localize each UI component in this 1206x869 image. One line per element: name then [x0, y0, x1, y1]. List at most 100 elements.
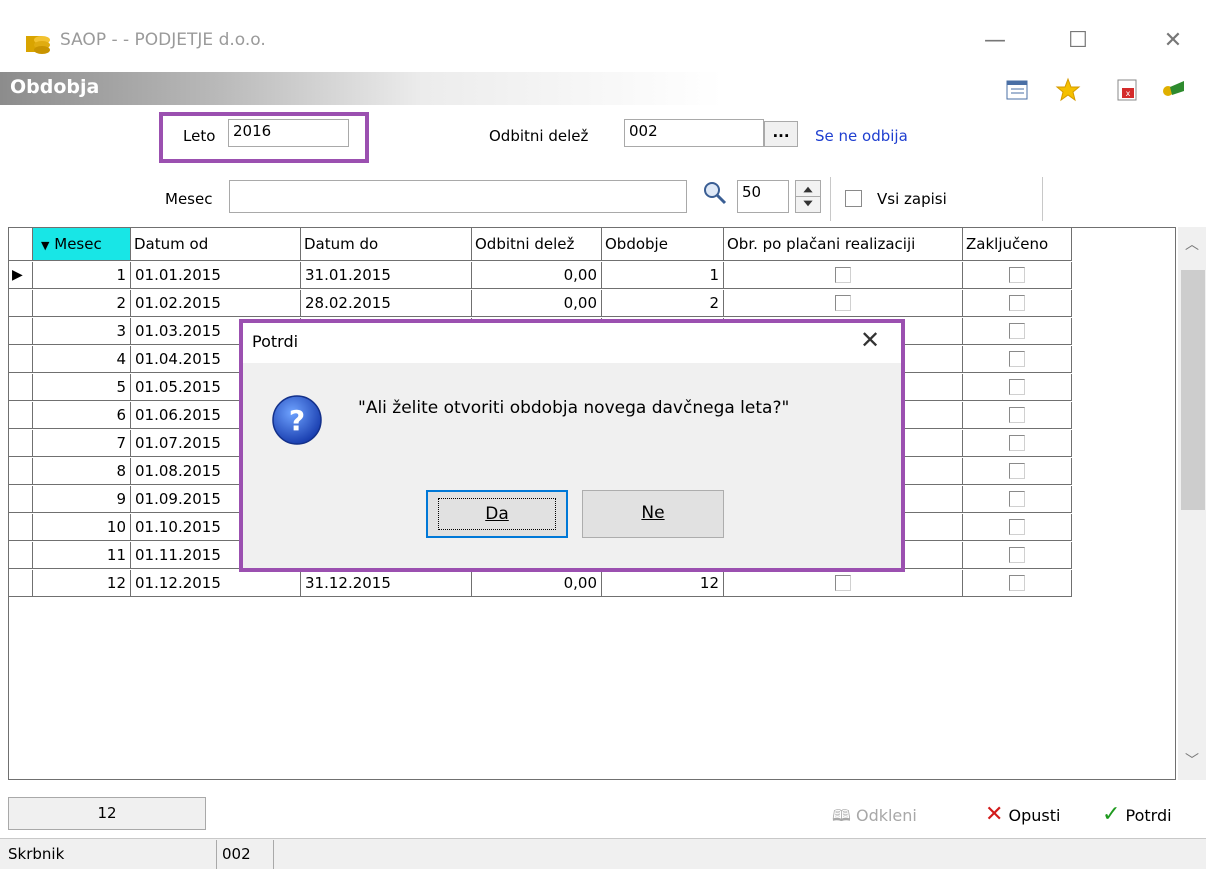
- cell-mesec[interactable]: 11: [33, 542, 131, 569]
- cell-do[interactable]: 31.12.2015: [301, 570, 472, 597]
- odbitni-delez-label: Odbitni delež: [489, 127, 589, 145]
- star-icon[interactable]: [1055, 77, 1081, 103]
- cell-zakljuceno: [963, 458, 1072, 485]
- cell-mesec[interactable]: 2: [33, 290, 131, 317]
- dialog-close-button[interactable]: ✕: [860, 326, 880, 354]
- cell-delez[interactable]: 0,00: [472, 262, 602, 289]
- cell-mesec[interactable]: 4: [33, 346, 131, 373]
- odbitni-delez-input[interactable]: 002: [624, 119, 764, 147]
- cell-obdobje[interactable]: 1: [602, 262, 724, 289]
- row-indicator[interactable]: [9, 570, 33, 597]
- yes-button[interactable]: Da: [426, 490, 568, 538]
- row-indicator[interactable]: ▶: [9, 262, 33, 289]
- zakljuceno-checkbox[interactable]: [1009, 351, 1025, 367]
- cell-mesec[interactable]: 12: [33, 570, 131, 597]
- opusti-label: Opusti: [1008, 806, 1061, 825]
- row-indicator[interactable]: [9, 458, 33, 485]
- zakljuceno-checkbox[interactable]: [1009, 575, 1025, 591]
- zakljuceno-checkbox[interactable]: [1009, 519, 1025, 535]
- cell-mesec[interactable]: 6: [33, 402, 131, 429]
- cell-zakljuceno: [963, 346, 1072, 373]
- cell-delez[interactable]: 0,00: [472, 570, 602, 597]
- zakljuceno-checkbox[interactable]: [1009, 323, 1025, 339]
- cell-mesec[interactable]: 10: [33, 514, 131, 541]
- mesec-label: Mesec: [165, 190, 213, 208]
- cell-mesec[interactable]: 9: [33, 486, 131, 513]
- cell-obdobje[interactable]: 2: [602, 290, 724, 317]
- record-limit-spinner-icon[interactable]: [795, 180, 821, 213]
- cell-zakljuceno: [963, 374, 1072, 401]
- grid-corner: [9, 228, 33, 261]
- search-icon[interactable]: [702, 180, 728, 206]
- minimize-button[interactable]: —: [980, 26, 1010, 56]
- list-icon[interactable]: [1004, 77, 1030, 103]
- scroll-down-icon[interactable]: ﹀: [1185, 750, 1199, 770]
- cell-zakljuceno: [963, 402, 1072, 429]
- row-indicator[interactable]: [9, 318, 33, 345]
- zakljuceno-checkbox[interactable]: [1009, 267, 1025, 283]
- row-indicator[interactable]: [9, 346, 33, 373]
- no-button[interactable]: Ne: [582, 490, 724, 538]
- scrollbar-thumb[interactable]: [1181, 270, 1205, 510]
- current-row-arrow-icon: ▶: [12, 267, 23, 283]
- cell-delez[interactable]: 0,00: [472, 290, 602, 317]
- obr-realizacija-checkbox[interactable]: [835, 267, 851, 283]
- cell-mesec[interactable]: 7: [33, 430, 131, 457]
- row-indicator[interactable]: [9, 542, 33, 569]
- leto-input[interactable]: 2016: [228, 119, 349, 147]
- zakljuceno-checkbox[interactable]: [1009, 435, 1025, 451]
- obr-realizacija-checkbox[interactable]: [835, 575, 851, 591]
- cell-obdobje[interactable]: 12: [602, 570, 724, 597]
- vsi-zapisi-checkbox[interactable]: [845, 190, 862, 207]
- scroll-up-icon[interactable]: ︿: [1185, 234, 1199, 254]
- svg-text:x: x: [1126, 89, 1131, 98]
- potrdi-label: Potrdi: [1125, 806, 1172, 825]
- zakljuceno-checkbox[interactable]: [1009, 547, 1025, 563]
- cell-od[interactable]: 01.12.2015: [131, 570, 301, 597]
- zakljuceno-checkbox[interactable]: [1009, 463, 1025, 479]
- potrdi-button[interactable]: ✓ Potrdi: [1102, 802, 1172, 827]
- column-header-obdobje[interactable]: Obdobje: [602, 228, 724, 261]
- row-indicator[interactable]: [9, 486, 33, 513]
- odbitni-delez-description: Se ne odbija: [815, 127, 908, 145]
- statusbar: [0, 838, 1206, 869]
- column-header-datum-do[interactable]: Datum do: [301, 228, 472, 261]
- cell-od[interactable]: 01.01.2015: [131, 262, 301, 289]
- column-header-odbitni-delez[interactable]: Odbitni delež: [472, 228, 602, 261]
- cell-mesec[interactable]: 8: [33, 458, 131, 485]
- row-indicator[interactable]: [9, 374, 33, 401]
- dialog-title: Potrdi: [252, 332, 299, 351]
- zakljuceno-checkbox[interactable]: [1009, 407, 1025, 423]
- zakljuceno-checkbox[interactable]: [1009, 491, 1025, 507]
- pdf-icon[interactable]: x: [1114, 77, 1140, 103]
- obr-realizacija-checkbox[interactable]: [835, 295, 851, 311]
- column-header-obr-po-placani-realizaciji[interactable]: Obr. po plačani realizaciji: [724, 228, 963, 261]
- close-window-button[interactable]: ✕: [1158, 26, 1188, 56]
- row-indicator[interactable]: [9, 430, 33, 457]
- cell-od[interactable]: 01.02.2015: [131, 290, 301, 317]
- column-header-mesec[interactable]: ▼ Mesec: [33, 228, 131, 261]
- sort-descending-icon: ▼: [41, 239, 50, 252]
- mesec-search-input[interactable]: [229, 180, 687, 213]
- record-limit-input[interactable]: 50: [737, 180, 789, 213]
- zakljuceno-checkbox[interactable]: [1009, 379, 1025, 395]
- key-icon[interactable]: [1160, 77, 1186, 103]
- cell-mesec[interactable]: 3: [33, 318, 131, 345]
- column-header-datum-od[interactable]: Datum od: [131, 228, 301, 261]
- dialog-message: "Ali želite otvoriti obdobja novega davč…: [358, 398, 790, 418]
- zakljuceno-checkbox[interactable]: [1009, 295, 1025, 311]
- maximize-button[interactable]: ☐: [1063, 26, 1093, 56]
- row-indicator[interactable]: [9, 290, 33, 317]
- form-title: Obdobja: [10, 76, 100, 98]
- cell-do[interactable]: 31.01.2015: [301, 262, 472, 289]
- app-coins-icon: [26, 36, 50, 54]
- cell-do[interactable]: 28.02.2015: [301, 290, 472, 317]
- cell-mesec[interactable]: 5: [33, 374, 131, 401]
- odbitni-delez-lookup-button[interactable]: ...: [764, 121, 798, 147]
- row-indicator[interactable]: [9, 514, 33, 541]
- opusti-button[interactable]: ✕ Opusti: [985, 802, 1060, 827]
- cell-obr-realizacija: [724, 570, 963, 597]
- row-indicator[interactable]: [9, 402, 33, 429]
- cell-mesec[interactable]: 1: [33, 262, 131, 289]
- column-header-zakljuceno[interactable]: Zaključeno: [963, 228, 1072, 261]
